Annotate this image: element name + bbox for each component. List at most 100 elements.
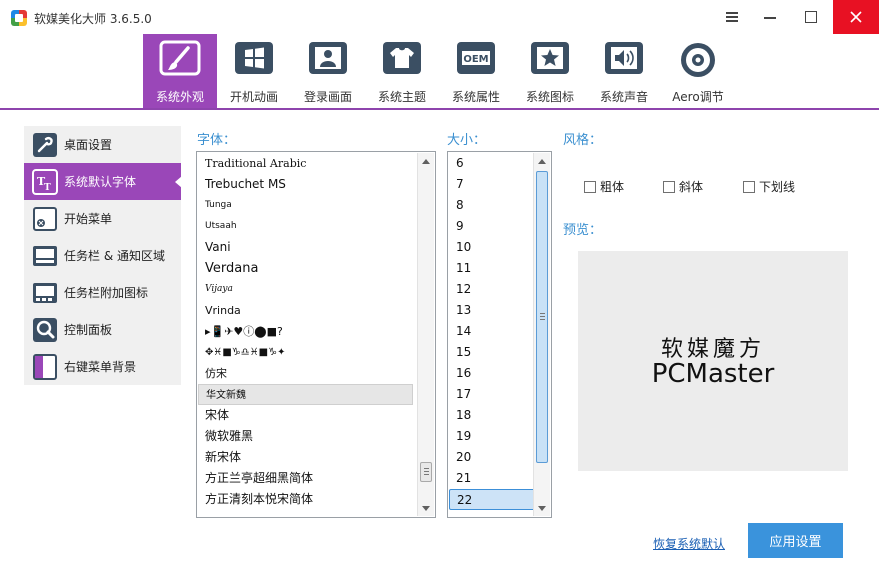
maximize-icon — [805, 11, 817, 23]
restore-default-link[interactable]: 恢复系统默认 — [653, 535, 725, 552]
close-icon — [850, 11, 862, 23]
size-list-scroll-thumb[interactable] — [536, 171, 548, 463]
underline-checkbox[interactable]: 下划线 — [743, 178, 795, 195]
size-list-item[interactable]: 12 — [449, 279, 535, 300]
sidebar-item-control-panel[interactable]: 控制面板 — [24, 311, 181, 348]
scroll-up-button[interactable] — [534, 153, 550, 169]
font-list[interactable]: Traditional Arabic Trebuchet MS Tunga Ut… — [196, 151, 436, 518]
font-list-item[interactable]: 方正清刻本悦宋简体 — [198, 489, 413, 510]
checkbox-box[interactable] — [584, 180, 596, 193]
tab-login-screen[interactable]: 登录画面 — [291, 34, 365, 108]
apply-settings-button[interactable]: 应用设置 — [748, 523, 843, 558]
wrench-icon — [30, 130, 60, 160]
tab-system-sound[interactable]: 系统声音 — [587, 34, 661, 108]
sidebar-item-label: 任务栏附加图标 — [64, 286, 149, 300]
grip-icon — [540, 313, 545, 320]
sidebar-item-label: 系统默认字体 — [64, 175, 137, 189]
font-list-item[interactable]: Tunga — [198, 195, 413, 216]
size-section-label: 大小： — [447, 133, 487, 148]
font-list-scroll-thumb[interactable] — [420, 462, 432, 482]
oem-icon: OEM — [457, 42, 495, 74]
taskbar-icons-icon — [30, 278, 60, 308]
tab-system-theme[interactable]: 系统主题 — [365, 34, 439, 108]
tab-boot-animation[interactable]: 开机动画 — [217, 34, 291, 108]
size-list-item-selected[interactable]: 22 — [449, 489, 535, 510]
brush-icon — [159, 40, 201, 76]
preview-section-label: 预览： — [563, 223, 603, 238]
taskbar-icon — [30, 241, 60, 271]
maximize-button[interactable] — [792, 0, 830, 34]
sidebar-item-taskbar-notification[interactable]: 任务栏 & 通知区域 — [24, 237, 181, 274]
size-list[interactable]: 6 7 8 9 10 11 12 13 14 15 16 17 18 19 20… — [447, 151, 552, 518]
size-list-item[interactable]: 10 — [449, 237, 535, 258]
font-list-item[interactable]: ✥♓■♑♎♓■♑✦ — [198, 342, 413, 363]
tab-system-properties[interactable]: OEM 系统属性 — [439, 34, 513, 108]
size-list-item[interactable]: 8 — [449, 195, 535, 216]
windows-logo-icon — [235, 42, 273, 74]
font-list-item[interactable]: Utsaah — [198, 216, 413, 237]
sidebar-item-taskbar-extra-icons[interactable]: 任务栏附加图标 — [24, 274, 181, 311]
tab-label: 系统声音 — [599, 90, 648, 104]
sidebar-item-context-menu-background[interactable]: 右键菜单背景 — [24, 348, 181, 385]
font-list-item[interactable]: 宋体 — [198, 405, 413, 426]
scroll-up-button[interactable] — [418, 153, 434, 169]
font-list-item[interactable]: 方正兰亭超细黑简体 — [198, 468, 413, 489]
tab-label: 系统主题 — [377, 90, 426, 104]
bold-checkbox[interactable]: 粗体 — [584, 178, 624, 195]
font-icon: TT — [30, 167, 60, 197]
font-list-item[interactable]: Vijaya — [198, 279, 413, 300]
sidebar-item-start-menu[interactable]: 开始菜单 — [24, 200, 181, 237]
tab-label: 系统外观 — [155, 90, 204, 104]
size-list-item[interactable]: 18 — [449, 405, 535, 426]
font-list-item[interactable]: 新宋体 — [198, 447, 413, 468]
size-list-item[interactable]: 9 — [449, 216, 535, 237]
aero-icon — [681, 43, 715, 77]
sidebar-item-system-default-font[interactable]: TT 系统默认字体 — [24, 163, 182, 200]
size-list-scrollbar[interactable] — [533, 153, 550, 516]
size-list-item[interactable]: 15 — [449, 342, 535, 363]
size-list-item[interactable]: 21 — [449, 468, 535, 489]
minimize-button[interactable] — [751, 0, 789, 34]
font-list-scrollbar[interactable] — [417, 153, 434, 516]
italic-label: 斜体 — [679, 180, 704, 194]
sidebar-item-label: 任务栏 & 通知区域 — [64, 249, 165, 263]
size-list-item[interactable]: 20 — [449, 447, 535, 468]
close-button[interactable] — [833, 0, 879, 34]
scroll-down-button[interactable] — [534, 500, 550, 516]
size-list-item[interactable]: 6 — [449, 153, 535, 174]
menu-button[interactable] — [713, 0, 751, 34]
tab-label: Aero调节 — [672, 90, 724, 104]
font-list-item[interactable]: Traditional Arabic — [198, 153, 413, 174]
hamburger-icon — [726, 12, 738, 22]
minimize-icon — [764, 17, 776, 19]
size-list-item[interactable]: 17 — [449, 384, 535, 405]
star-icon — [531, 42, 569, 74]
context-menu-icon — [30, 352, 60, 382]
checkbox-box[interactable] — [743, 180, 755, 193]
sidebar-item-desktop-settings[interactable]: 桌面设置 — [24, 126, 181, 163]
scroll-down-button[interactable] — [418, 500, 434, 516]
font-list-item[interactable]: Trebuchet MS — [198, 174, 413, 195]
font-list-item[interactable]: Verdana — [198, 258, 413, 279]
italic-checkbox[interactable]: 斜体 — [663, 178, 703, 195]
font-section-label: 字体： — [197, 133, 237, 148]
size-list-rows: 6 7 8 9 10 11 12 13 14 15 16 17 18 19 20… — [449, 153, 535, 510]
size-list-item[interactable]: 13 — [449, 300, 535, 321]
tab-system-icons[interactable]: 系统图标 — [513, 34, 587, 108]
font-list-item[interactable]: 微软雅黑 — [198, 426, 413, 447]
svg-text:T: T — [44, 183, 51, 193]
font-list-item-selected[interactable]: 华文新魏 — [198, 384, 413, 405]
font-list-item[interactable]: 仿宋 — [198, 363, 413, 384]
font-list-item[interactable]: ▸📱✈♥ⓘ⬤■? — [198, 321, 413, 342]
size-list-item[interactable]: 11 — [449, 258, 535, 279]
size-list-item[interactable]: 7 — [449, 174, 535, 195]
font-list-item[interactable]: Vani — [198, 237, 413, 258]
checkbox-box[interactable] — [663, 180, 675, 193]
size-list-item[interactable]: 19 — [449, 426, 535, 447]
tab-aero-adjust[interactable]: Aero调节 — [661, 34, 735, 108]
tab-system-appearance[interactable]: 系统外观 — [143, 34, 217, 108]
size-list-item[interactable]: 14 — [449, 321, 535, 342]
font-list-item[interactable]: Vrinda — [198, 300, 413, 321]
size-list-item[interactable]: 16 — [449, 363, 535, 384]
chevron-down-icon — [422, 505, 430, 511]
